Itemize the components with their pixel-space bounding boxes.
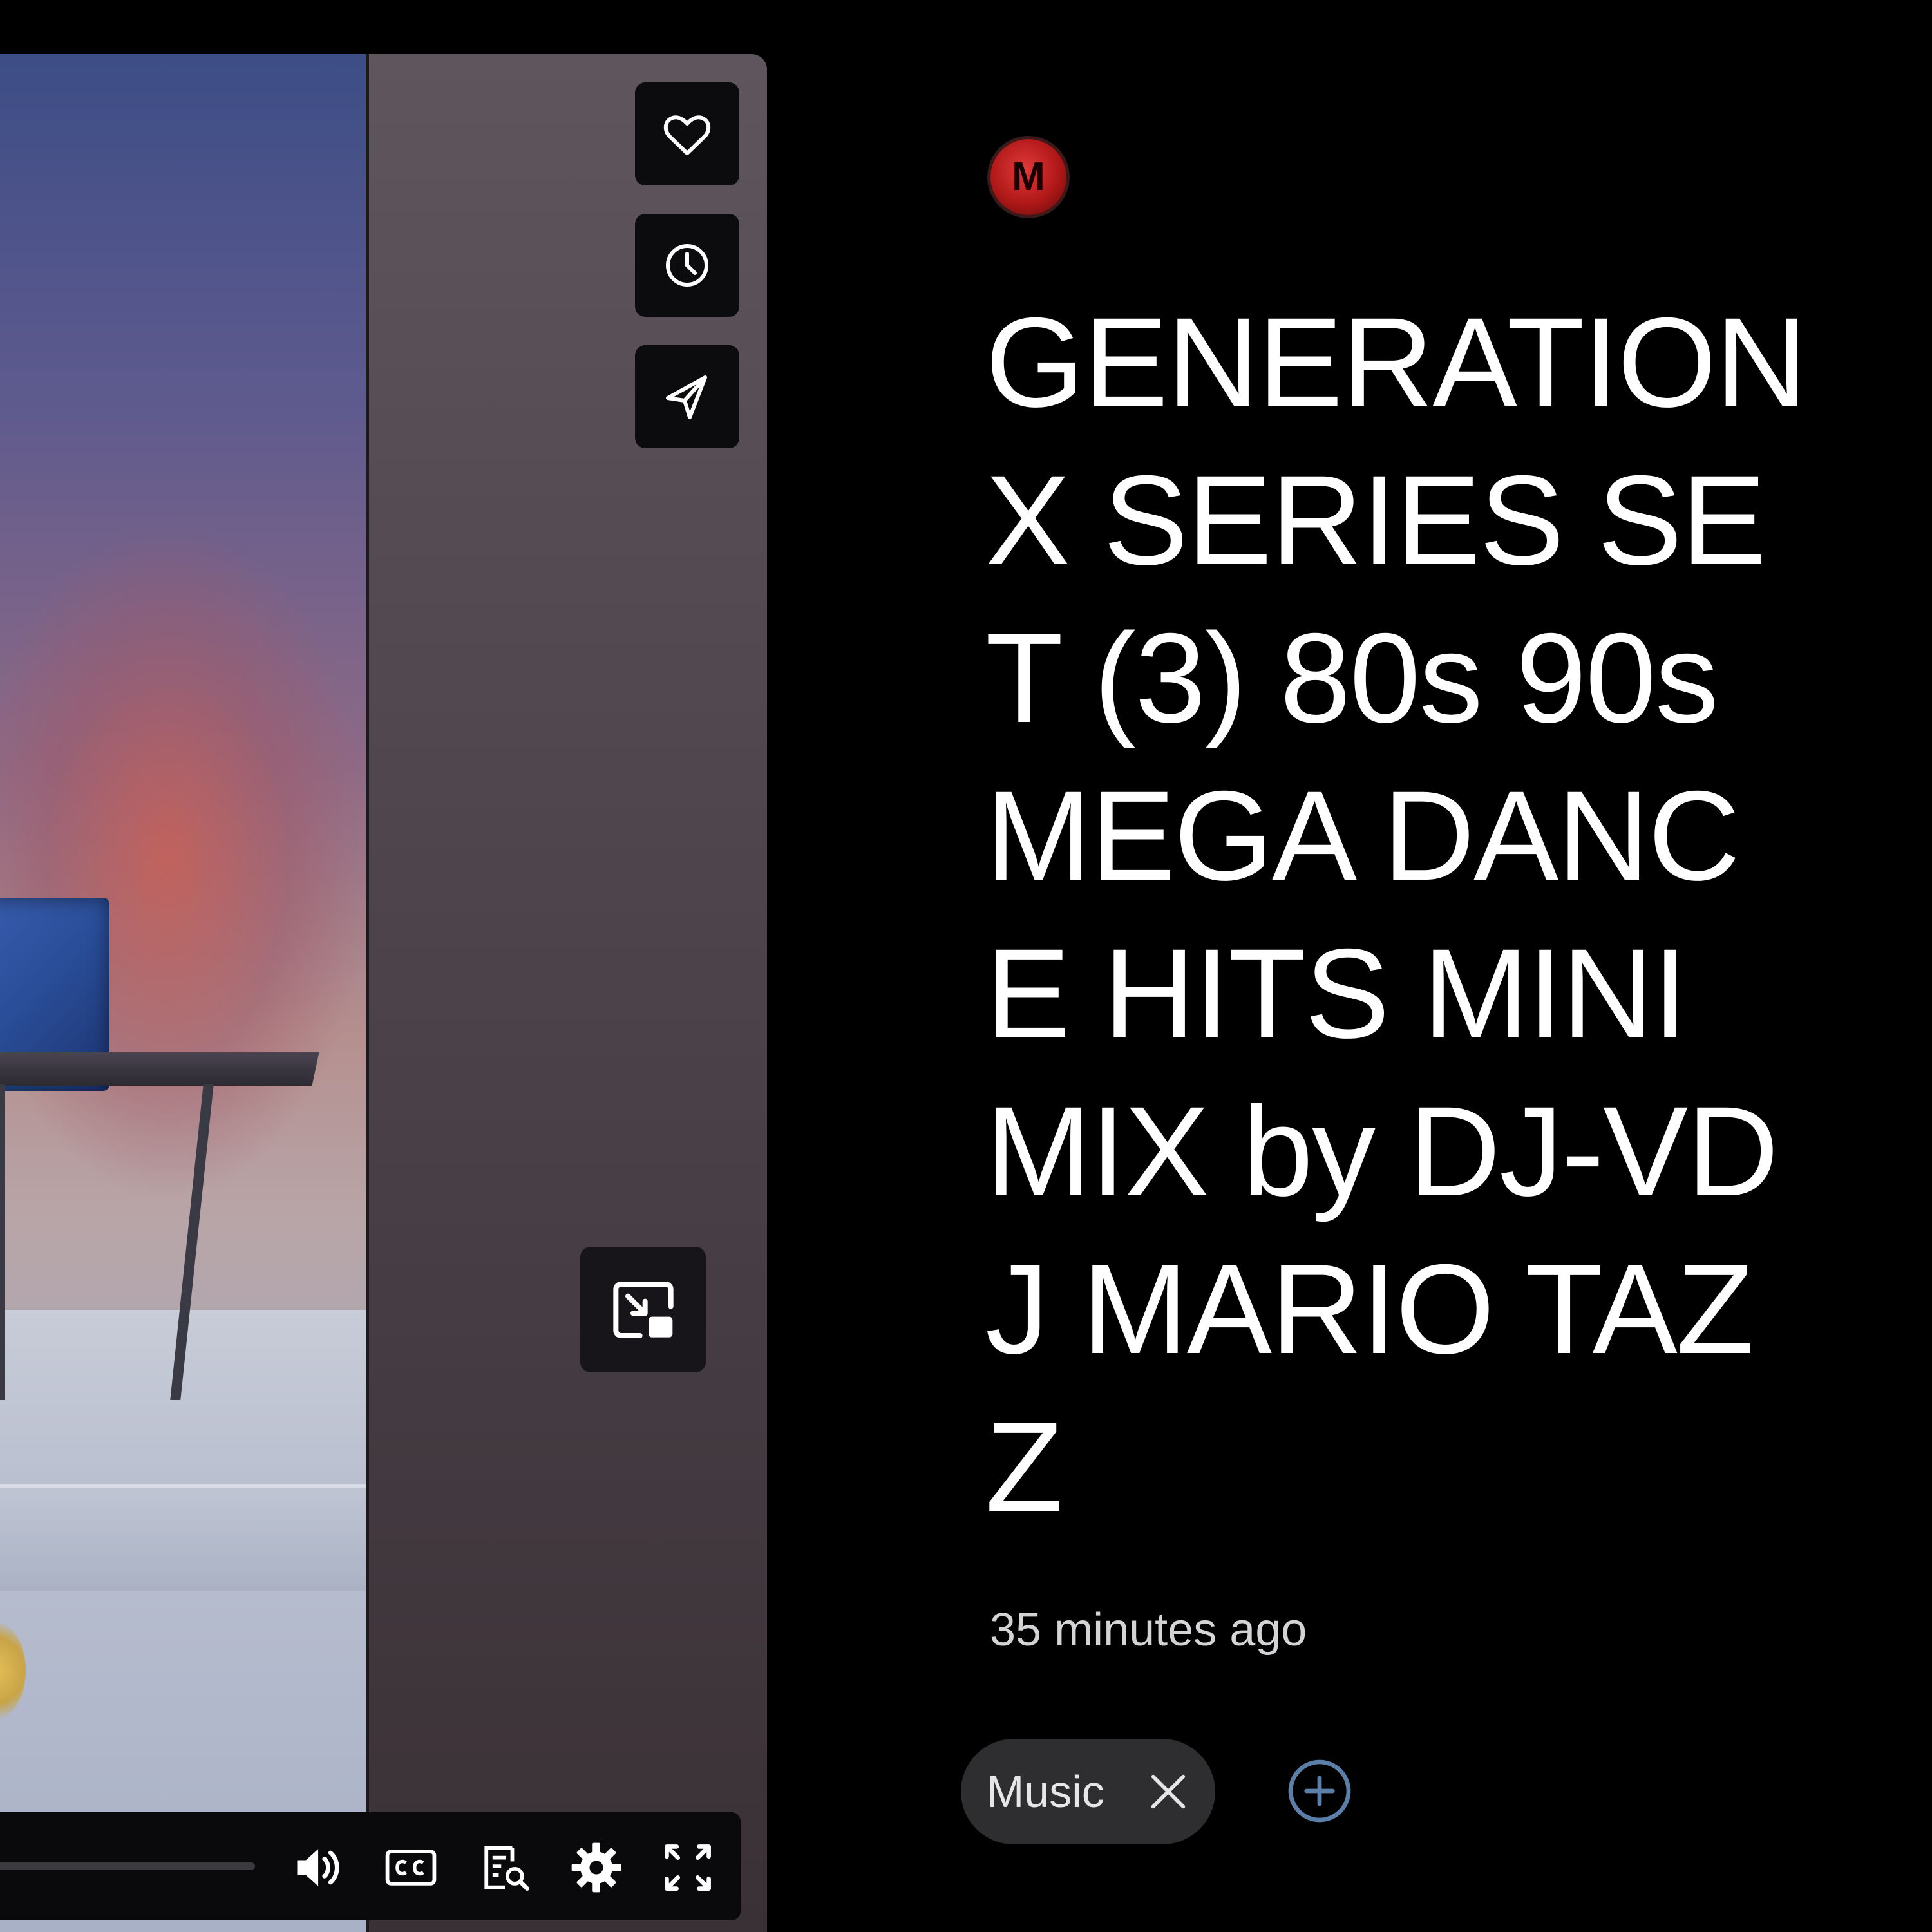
video-details-page: M GENERATION X SERIES SET (3) 80s 90s ME… xyxy=(0,0,1932,1932)
share-button[interactable] xyxy=(635,345,739,448)
send-icon xyxy=(666,375,707,419)
seek-bar[interactable] xyxy=(0,1862,255,1870)
player-control-bar xyxy=(0,1812,741,1920)
clock-icon xyxy=(666,244,708,287)
volume-icon xyxy=(297,1849,339,1886)
channel-avatar[interactable]: M xyxy=(990,139,1066,215)
heart-icon xyxy=(663,115,711,155)
video-pillarbox-divider xyxy=(366,54,369,1932)
video-table-top xyxy=(0,1052,319,1086)
closed-captions-button[interactable] xyxy=(380,1837,442,1899)
video-table-leg xyxy=(0,1084,5,1400)
channel-avatar-letter: M xyxy=(1012,155,1045,199)
plus-circle-icon xyxy=(1288,1759,1351,1823)
like-button[interactable] xyxy=(635,82,739,185)
remove-tag-button[interactable] xyxy=(1146,1769,1191,1814)
tag-chip-music[interactable]: Music xyxy=(961,1739,1215,1844)
video-frame[interactable] xyxy=(0,54,366,1932)
tag-label: Music xyxy=(987,1766,1104,1817)
miniplayer-button[interactable] xyxy=(580,1247,706,1372)
close-icon xyxy=(1151,1774,1186,1809)
video-stage-step xyxy=(0,1484,366,1591)
watch-later-button[interactable] xyxy=(635,214,739,317)
posted-timestamp: 35 minutes ago xyxy=(990,1604,1307,1656)
settings-icon xyxy=(571,1842,621,1893)
transcript-icon xyxy=(484,1846,529,1891)
fullscreen-icon xyxy=(665,1844,711,1891)
settings-button[interactable] xyxy=(565,1837,627,1899)
transcript-button[interactable] xyxy=(474,1837,536,1899)
volume-button[interactable] xyxy=(289,1837,350,1899)
fullscreen-button[interactable] xyxy=(657,1837,719,1899)
closed-captions-icon xyxy=(385,1850,437,1886)
video-title: GENERATION X SERIES SET (3) 80s 90s MEGA… xyxy=(985,291,1807,1538)
add-tag-button[interactable] xyxy=(1285,1756,1354,1826)
miniplayer-icon xyxy=(612,1281,674,1338)
video-player[interactable] xyxy=(0,54,767,1932)
